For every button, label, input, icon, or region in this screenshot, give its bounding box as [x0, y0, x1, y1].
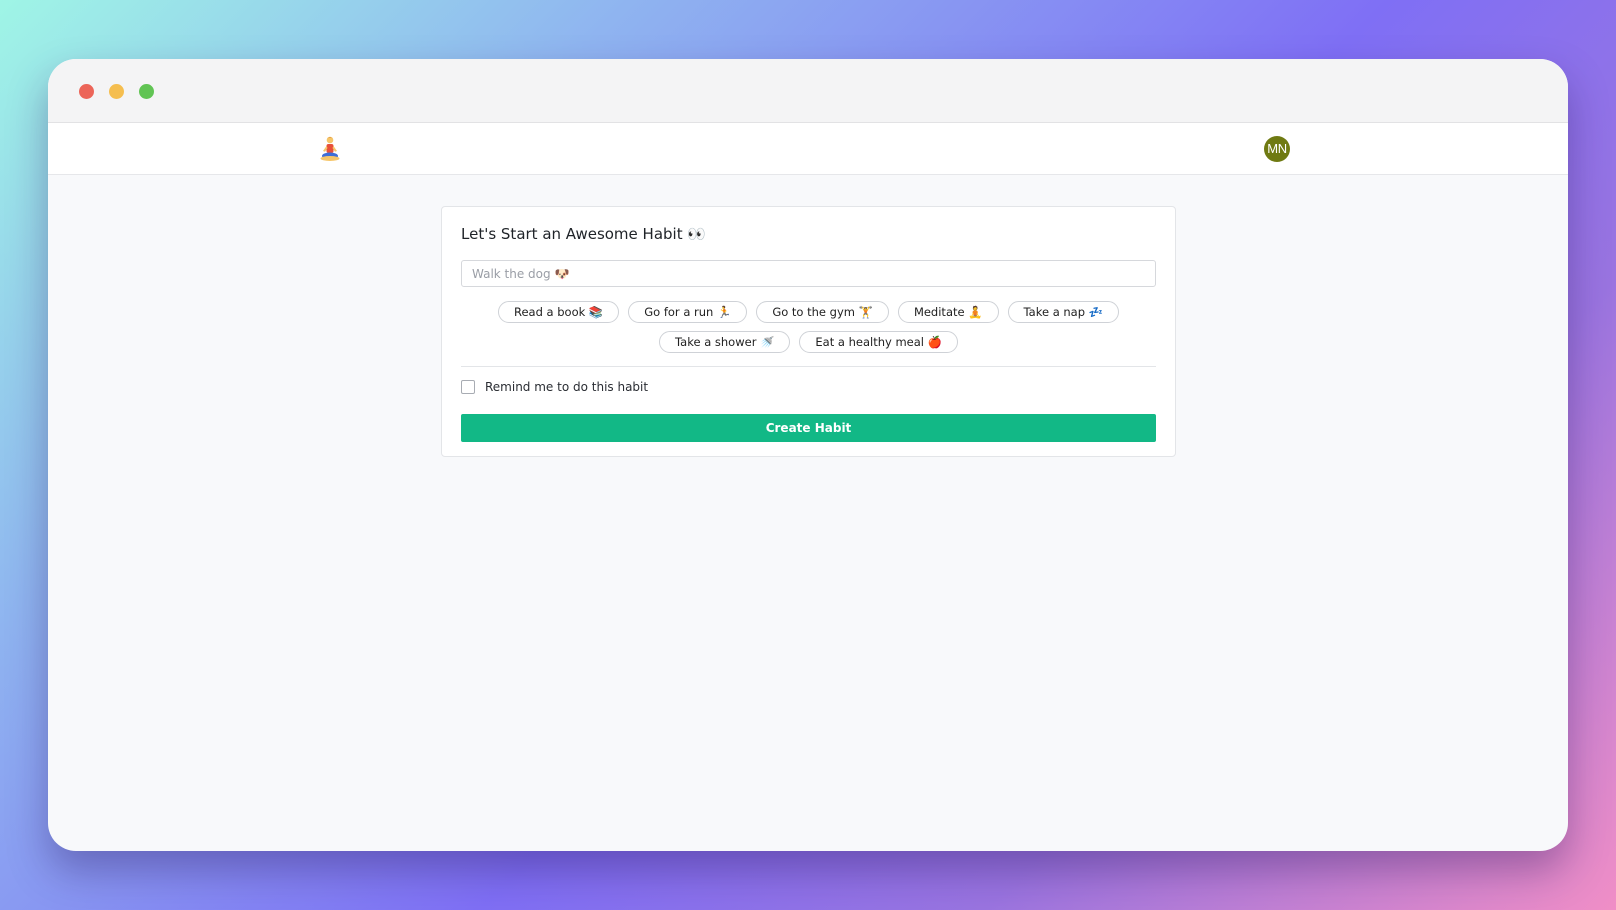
maximize-window-button[interactable]	[139, 84, 154, 99]
suggestion-chips: Read a book 📚 Go for a run 🏃 Go to the g…	[461, 301, 1156, 353]
window-titlebar	[48, 59, 1568, 123]
meditating-person-icon[interactable]	[318, 136, 342, 162]
divider	[461, 366, 1156, 367]
suggestion-chip-read-a-book[interactable]: Read a book 📚	[497, 301, 620, 323]
create-habit-button[interactable]: Create Habit	[461, 414, 1156, 442]
reminder-row: Remind me to do this habit	[461, 380, 648, 394]
reminder-checkbox[interactable]	[461, 380, 475, 394]
user-avatar[interactable]: MN	[1264, 136, 1290, 162]
suggestion-chip-go-for-a-run[interactable]: Go for a run 🏃	[628, 301, 748, 323]
suggestion-chip-meditate[interactable]: Meditate 🧘	[897, 301, 999, 323]
suggestion-chip-take-a-nap[interactable]: Take a nap 💤	[1007, 301, 1120, 323]
habit-name-input[interactable]	[461, 260, 1156, 287]
suggestion-chip-take-a-shower[interactable]: Take a shower 🚿	[659, 331, 791, 353]
reminder-label: Remind me to do this habit	[485, 380, 649, 394]
suggestion-chip-go-to-the-gym[interactable]: Go to the gym 🏋️	[756, 301, 889, 323]
app-window: MN Let's Start an Awesome Habit 👀 Read a…	[48, 59, 1568, 851]
card-title: Let's Start an Awesome Habit 👀	[461, 225, 707, 243]
minimize-window-button[interactable]	[109, 84, 124, 99]
create-habit-card: Let's Start an Awesome Habit 👀 Read a bo…	[441, 206, 1176, 457]
suggestion-chip-eat-a-healthy-meal[interactable]: Eat a healthy meal 🍎	[799, 331, 958, 353]
top-navbar: MN	[48, 123, 1568, 175]
close-window-button[interactable]	[79, 84, 94, 99]
